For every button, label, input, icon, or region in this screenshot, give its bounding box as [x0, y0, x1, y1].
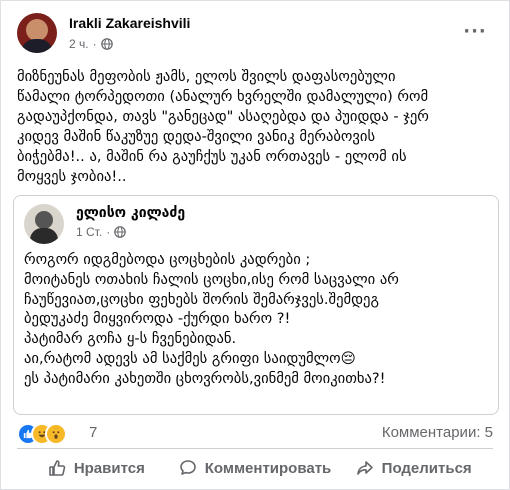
wow-icon — [45, 423, 67, 445]
globe-icon — [114, 226, 126, 238]
shared-time[interactable]: 1 Ст. — [76, 225, 102, 239]
avatar-face — [26, 19, 48, 41]
shared-author-avatar[interactable] — [24, 204, 64, 244]
shared-text-line: ჩაუწევიათ,ცოცხი ფეხებს შორის შემარჯვეს.შ… — [24, 290, 379, 308]
post-time[interactable]: 2 ч. — [69, 37, 89, 51]
divider — [17, 448, 493, 449]
comment-icon — [179, 460, 196, 475]
reactions-bar: 7 Комментарии: 5 — [17, 423, 493, 445]
post-meta: 2 ч. · — [69, 37, 113, 51]
thumbs-up-icon — [49, 460, 66, 476]
reaction-icons[interactable] — [17, 423, 67, 445]
post-text-line: ბიჭებმა!.. ა, მაშინ რა გაუჩქუს უკან ორთა… — [17, 148, 407, 165]
avatar-body — [21, 39, 53, 53]
shared-meta: 1 Ст. · — [76, 225, 126, 239]
post-text: მიზნეუნას მეფობის ჟამს, ელოს შვილს დაფას… — [17, 67, 487, 187]
post-text-line: გადაუპქონდა, თავს "განეცად" ასაღებდა და … — [17, 108, 429, 125]
shared-text: როგორ იდგმებოდა ცოცხების კადრები ; მოიტა… — [24, 250, 492, 389]
share-label: Поделиться — [381, 459, 472, 477]
globe-icon — [100, 38, 113, 50]
like-button[interactable]: Нравится — [17, 451, 176, 485]
shared-text-line: როგორ იდგმებოდა ცოცხების კადრები ; — [24, 251, 311, 268]
shared-text-line: პატიმარ გოჩა ყ-ს ჩვენებიდან. — [24, 330, 237, 348]
shared-text-line: აი,რატომ ადევს ამ საქმეს გრიფი საიდუმლო😔 — [24, 349, 356, 367]
comment-label: Комментировать — [204, 459, 332, 477]
post-text-line: მიზნეუნას მეფობის ჟამს, ელოს შვილს დაფას… — [17, 68, 396, 85]
share-button[interactable]: Поделиться — [334, 451, 493, 485]
shared-post[interactable]: ელისო კილაძე 1 Ст. · როგორ იდგმებოდა ცოც… — [13, 195, 499, 415]
like-label: Нравится — [73, 459, 145, 477]
shared-author-name[interactable]: ელისო კილაძე — [76, 205, 185, 221]
post-header: Irakli Zakareishvili 2 ч. · ··· — [17, 13, 493, 57]
shared-text-line: ბედუკაძე მიყვიროდა -ქურდი ხარო ?! — [24, 310, 291, 328]
reaction-count[interactable]: 7 — [89, 424, 97, 441]
post-text-line: წამალი ტორპედოთი (ანალურ ხვრელში დამალულ… — [17, 88, 429, 105]
more-options-icon[interactable]: ··· — [463, 19, 487, 43]
share-icon — [356, 461, 373, 475]
comments-count[interactable]: Комментарии: 5 — [382, 424, 493, 441]
post-text-line: მოყვეს ჯობია!.. — [17, 168, 127, 185]
avatar-face — [35, 211, 53, 229]
shared-text-line: მოიტანეს ოთახის ჩალის ცოცხი,ისე რომ საცვ… — [24, 270, 399, 288]
author-name[interactable]: Irakli Zakareishvili — [69, 15, 190, 31]
shared-text-line: ეს პატიმარი კახეთში ცხოვრობს,ვინმემ მოიკ… — [24, 369, 386, 387]
comment-button[interactable]: Комментировать — [176, 451, 335, 485]
action-bar: Нравится Комментировать Поделиться — [17, 451, 493, 485]
post-text-line: კიდევ მაშინ წაკუზუე დედა-შვილი ვანიკ მერ… — [17, 128, 376, 145]
avatar-body — [30, 228, 58, 244]
post-card: Irakli Zakareishvili 2 ч. · ··· მიზნეუნა… — [0, 0, 510, 490]
author-avatar[interactable] — [17, 13, 57, 53]
